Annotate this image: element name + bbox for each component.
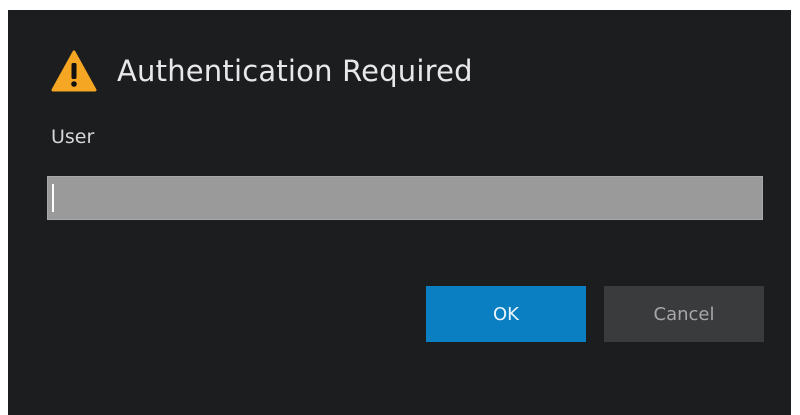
- dialog-header: Authentication Required: [51, 50, 473, 92]
- user-input[interactable]: [47, 176, 763, 220]
- cancel-button[interactable]: Cancel: [604, 286, 764, 342]
- user-label: User: [51, 126, 95, 148]
- text-caret: [52, 184, 54, 212]
- ok-button[interactable]: OK: [426, 286, 586, 342]
- warning-icon: [51, 50, 97, 92]
- dialog-title: Authentication Required: [117, 54, 473, 88]
- auth-dialog: Authentication Required User OK Cancel: [8, 10, 791, 415]
